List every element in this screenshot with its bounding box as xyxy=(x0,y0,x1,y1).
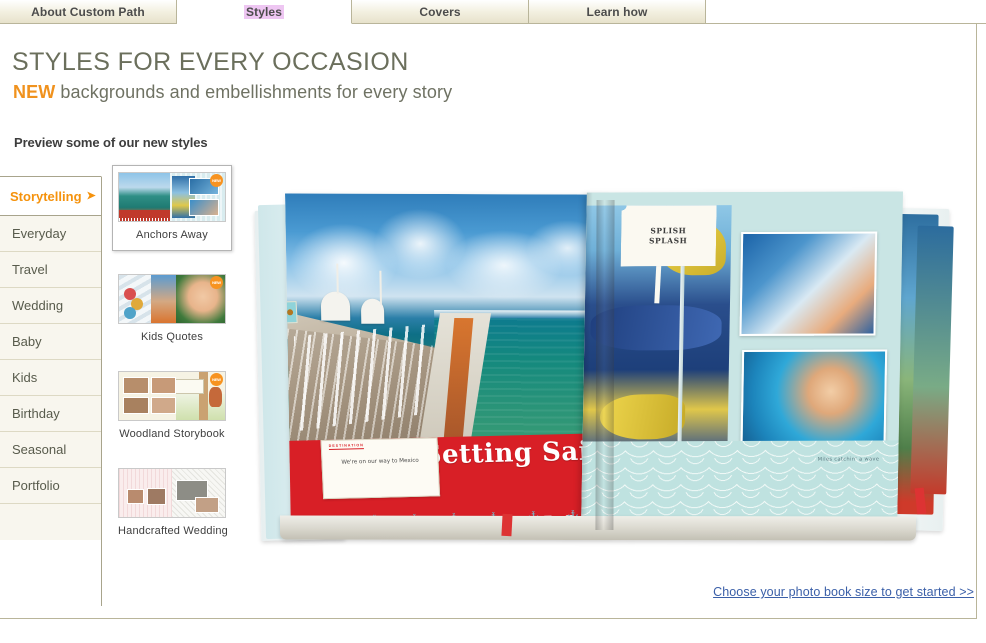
splish-splash-label: SPLISH SPLASH xyxy=(620,205,717,267)
style-thumbnail-list: NEW Anchors Away NEW Kids Quotes NEW Woo… xyxy=(112,165,236,558)
tab-bar-filler xyxy=(706,0,986,24)
thumb-art-note xyxy=(172,378,204,395)
sidebar-item-portfolio[interactable]: Portfolio xyxy=(0,468,101,504)
thumb-art-fox xyxy=(209,387,222,407)
tab-about-custom-path[interactable]: About Custom Path xyxy=(0,0,177,24)
tab-label: Learn how xyxy=(586,4,648,19)
thumb-art-photo-4 xyxy=(150,396,177,415)
preview-section-label: Preview some of our new styles xyxy=(14,135,208,150)
thumb-art-photo-2 xyxy=(146,488,166,505)
style-thumb-caption: Handcrafted Wedding xyxy=(118,525,228,537)
style-thumb-anchors-away[interactable]: NEW Anchors Away xyxy=(112,165,232,251)
style-thumb-image: NEW xyxy=(118,371,226,421)
style-thumb-handcrafted-wedding[interactable]: Handcrafted Wedding xyxy=(112,461,232,542)
thumb-art-dot xyxy=(124,306,137,319)
thumb-art-dots xyxy=(122,284,150,319)
sidebar-item-birthday[interactable]: Birthday xyxy=(0,396,101,432)
photo-mast-1 xyxy=(336,263,339,294)
thumb-art-photo-1 xyxy=(123,376,149,395)
sidebar-item-wedding[interactable]: Wedding xyxy=(0,288,101,324)
sidebar-item-label: Seasonal xyxy=(12,442,67,457)
splish-splash-line-1: SPLISH xyxy=(650,225,687,235)
tab-label: Covers xyxy=(419,4,461,19)
choose-book-size-link[interactable]: Choose your photo book size to get start… xyxy=(713,585,974,599)
style-thumb-image: NEW xyxy=(118,274,226,324)
photo-book-preview: Setting Sail ⚓ ⚓ ⚓ ⚓ ⚓ ⚓ ⚓ ⚓ ⚓ ⚓ ⚓ ⚓ ⚓ ⚓… xyxy=(252,178,954,560)
sidebar-item-kids[interactable]: Kids xyxy=(0,360,101,396)
tab-label: About Custom Path xyxy=(31,4,145,19)
new-badge-icon: NEW xyxy=(210,373,223,386)
destination-tag-text: We're on our way to Mexico xyxy=(341,457,419,466)
book-page-stack-right-photo-2 xyxy=(910,225,954,495)
photo-ship-superstructure xyxy=(296,263,432,329)
sidebar-item-label: Everyday xyxy=(12,226,67,241)
category-sidebar: Storytelling ➤ Everyday Travel Wedding B… xyxy=(0,176,102,540)
new-badge-icon: NEW xyxy=(210,276,223,289)
main-tab-bar: About Custom Path Styles Covers Learn ho… xyxy=(0,0,986,24)
book-ribbon-left xyxy=(501,513,513,537)
sidebar-item-label: Kids xyxy=(12,370,38,385)
sidebar-item-label: Baby xyxy=(12,334,42,349)
style-thumb-caption: Anchors Away xyxy=(136,229,208,241)
new-highlight: NEW xyxy=(13,82,56,102)
thumb-art-photo-4 xyxy=(195,496,219,514)
sidebar-item-storytelling[interactable]: Storytelling ➤ xyxy=(0,176,102,216)
destination-tag-heading: DESTINATION xyxy=(328,443,364,449)
left-page-photo xyxy=(285,193,610,465)
style-thumb-kids-quotes[interactable]: NEW Kids Quotes xyxy=(112,267,232,348)
destination-tag: DESTINATION We're on our way to Mexico xyxy=(320,437,441,500)
page-subtitle-rest: backgrounds and embellishments for every… xyxy=(55,82,453,102)
book-left-page: Setting Sail ⚓ ⚓ ⚓ ⚓ ⚓ ⚓ ⚓ ⚓ ⚓ ⚓ ⚓ ⚓ ⚓ ⚓… xyxy=(285,193,611,533)
sidebar-filler xyxy=(0,504,101,540)
sidebar-item-label: Travel xyxy=(12,262,48,277)
tab-label: Styles xyxy=(244,4,284,19)
sidebar-item-travel[interactable]: Travel xyxy=(0,252,101,288)
sidebar-item-everyday[interactable]: Everyday xyxy=(0,216,101,252)
sidebar-item-label: Wedding xyxy=(12,298,64,313)
book-title-text: Setting Sail xyxy=(421,436,600,472)
style-thumb-image xyxy=(118,468,226,518)
sidebar-item-seasonal[interactable]: Seasonal xyxy=(0,432,101,468)
thumb-art-photo-2 xyxy=(150,376,177,395)
sidebar-divider xyxy=(101,177,102,606)
thumb-art-photo-3 xyxy=(123,396,149,415)
thumb-art-photo-strip xyxy=(150,275,177,323)
style-thumb-image: NEW xyxy=(118,172,226,222)
new-badge-icon: NEW xyxy=(210,174,223,187)
right-page-photo-caption: Miles catchin' a wave xyxy=(817,456,880,464)
thumb-art-photo-2 xyxy=(188,198,219,217)
splish-splash-line-2: SPLASH xyxy=(649,235,688,246)
book-right-page: SPLISH SPLASH Miles catchin' a wave xyxy=(581,191,903,529)
thumb-art-banner xyxy=(119,210,170,221)
sidebar-item-baby[interactable]: Baby xyxy=(0,324,101,360)
sidebar-item-label: Portfolio xyxy=(12,478,60,493)
chevron-right-icon: ➤ xyxy=(86,189,96,202)
style-thumb-caption: Kids Quotes xyxy=(140,331,204,343)
photo-radar-dome-1 xyxy=(320,291,351,322)
photo-mast-2 xyxy=(379,270,382,305)
style-thumb-caption: Woodland Storybook xyxy=(119,428,225,440)
tab-learn-how[interactable]: Learn how xyxy=(529,0,706,24)
sidebar-item-label: Birthday xyxy=(12,406,60,421)
page-subtitle: NEW backgrounds and embellishments for e… xyxy=(13,82,452,103)
book-gutter xyxy=(595,199,615,531)
page-title: STYLES FOR EVERY OCCASION xyxy=(12,48,409,76)
tab-styles[interactable]: Styles xyxy=(177,0,352,24)
tag-eyelet xyxy=(285,301,298,324)
tab-covers[interactable]: Covers xyxy=(352,0,529,24)
right-page-photo-1 xyxy=(739,231,877,337)
style-thumb-woodland-storybook[interactable]: NEW Woodland Storybook xyxy=(112,364,232,445)
sidebar-item-label: Storytelling xyxy=(10,188,82,204)
thumb-art-photo-1 xyxy=(127,489,145,504)
